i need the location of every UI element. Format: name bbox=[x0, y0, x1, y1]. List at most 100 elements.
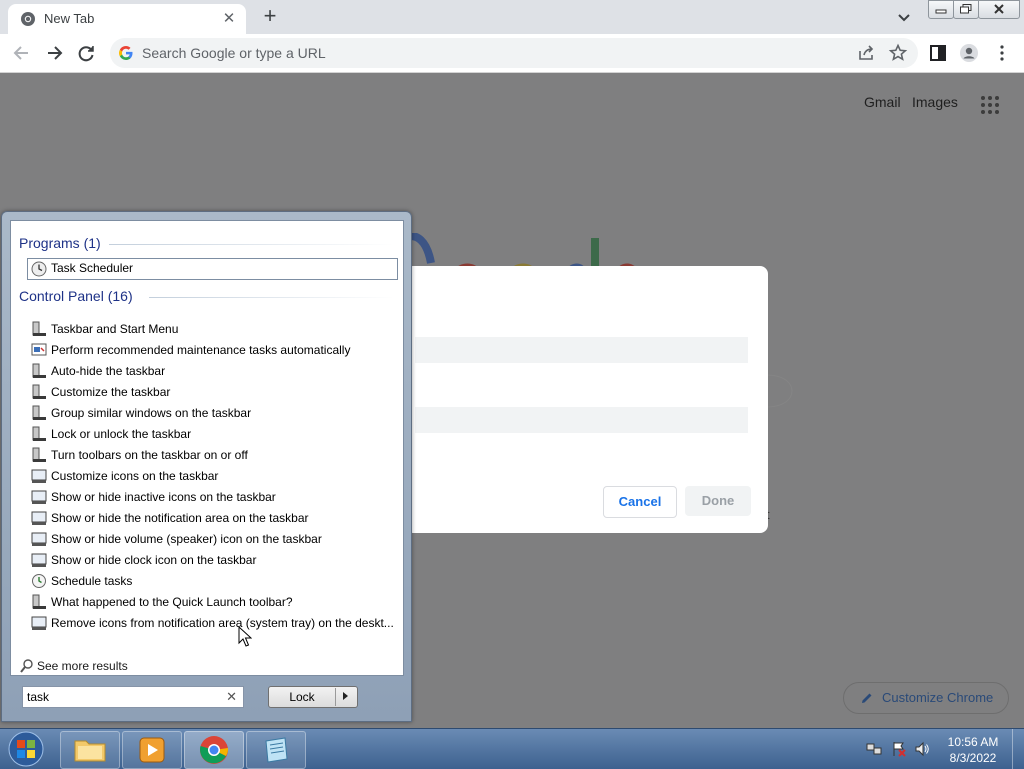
taskbar-icon bbox=[31, 594, 47, 610]
result-label: Taskbar and Start Menu bbox=[51, 322, 179, 336]
result-label: Group similar windows on the taskbar bbox=[51, 406, 252, 420]
result-label: Perform recommended maintenance tasks au… bbox=[51, 343, 351, 357]
result-label: Remove icons from notification area (sys… bbox=[51, 616, 394, 630]
shortcut-url-field[interactable] bbox=[415, 407, 748, 433]
control-panel-result[interactable]: Schedule tasks bbox=[31, 571, 401, 591]
start-button[interactable] bbox=[6, 731, 46, 767]
new-tab-button[interactable]: + bbox=[256, 4, 284, 30]
back-icon[interactable] bbox=[8, 39, 36, 67]
control-panel-result[interactable]: Turn toolbars on the taskbar on or off bbox=[31, 445, 401, 465]
cancel-button[interactable]: Cancel bbox=[603, 486, 677, 518]
control-panel-result[interactable]: Lock or unlock the taskbar bbox=[31, 424, 401, 444]
control-panel-result[interactable]: Taskbar and Start Menu bbox=[31, 319, 401, 339]
done-button[interactable]: Done bbox=[685, 486, 751, 516]
notification-icon bbox=[31, 468, 47, 484]
notepad-icon bbox=[265, 737, 288, 763]
notification-icon bbox=[31, 489, 47, 505]
programs-header[interactable]: Programs (1) bbox=[19, 235, 101, 251]
chrome-icon bbox=[21, 12, 35, 26]
taskbar-media-player-button[interactable] bbox=[122, 731, 182, 769]
taskbar-icon bbox=[31, 321, 47, 337]
network-icon[interactable] bbox=[866, 741, 882, 757]
browser-toolbar: Search Google or type a URL bbox=[0, 34, 1024, 73]
images-link[interactable]: Images bbox=[912, 94, 958, 110]
clock-icon bbox=[31, 261, 47, 277]
customize-chrome-button[interactable]: Customize Chrome bbox=[843, 682, 1009, 714]
chrome-menu-icon[interactable] bbox=[992, 43, 1012, 63]
start-menu-results: Programs (1) Task Scheduler Control Pane… bbox=[10, 220, 404, 676]
control-panel-result[interactable]: What happened to the Quick Launch toolba… bbox=[31, 592, 401, 612]
control-panel-result[interactable]: Show or hide inactive icons on the taskb… bbox=[31, 487, 401, 507]
taskbar-icon bbox=[31, 426, 47, 442]
minimize-icon bbox=[935, 9, 947, 14]
mouse-cursor-icon bbox=[238, 626, 252, 647]
clock-time: 10:56 AM bbox=[947, 735, 999, 749]
taskbar-explorer-button[interactable] bbox=[60, 731, 120, 769]
minimize-button[interactable] bbox=[928, 0, 954, 19]
system-clock[interactable]: 10:56 AM 8/3/2022 bbox=[938, 734, 1008, 766]
start-search-input[interactable]: task ✕ bbox=[22, 686, 244, 708]
tab-search-icon[interactable] bbox=[892, 6, 916, 28]
shutdown-options-arrow-icon[interactable] bbox=[343, 692, 348, 700]
restore-icon bbox=[960, 4, 972, 14]
taskbar-icon bbox=[31, 405, 47, 421]
result-label: Turn toolbars on the taskbar on or off bbox=[51, 448, 248, 462]
clock-date: 8/3/2022 bbox=[949, 751, 997, 765]
control-panel-result[interactable]: Remove icons from notification area (sys… bbox=[31, 613, 401, 633]
result-label: Auto-hide the taskbar bbox=[51, 364, 166, 378]
chrome-icon bbox=[200, 736, 229, 764]
result-task-scheduler[interactable]: Task Scheduler bbox=[27, 258, 398, 280]
see-more-label: See more results bbox=[37, 659, 128, 673]
forward-icon[interactable] bbox=[40, 39, 68, 67]
restore-button[interactable] bbox=[953, 0, 979, 19]
windows-taskbar: 10:56 AM 8/3/2022 bbox=[0, 728, 1024, 769]
google-apps-icon[interactable] bbox=[980, 95, 1000, 115]
control-panel-result[interactable]: Auto-hide the taskbar bbox=[31, 361, 401, 381]
close-window-button[interactable] bbox=[978, 0, 1020, 19]
control-panel-result[interactable]: Show or hide clock icon on the taskbar bbox=[31, 550, 401, 570]
control-panel-result[interactable]: Customize icons on the taskbar bbox=[31, 466, 401, 486]
tab-title: New Tab bbox=[44, 11, 95, 26]
taskbar-icon bbox=[31, 384, 47, 400]
taskbar-notepad-button[interactable] bbox=[246, 731, 306, 769]
control-panel-result[interactable]: Group similar windows on the taskbar bbox=[31, 403, 401, 423]
clear-search-icon[interactable]: ✕ bbox=[226, 689, 237, 705]
notification-icon bbox=[31, 615, 47, 631]
folder-icon bbox=[74, 740, 106, 762]
tab-new-tab[interactable]: New Tab ✕ bbox=[8, 4, 246, 34]
shortcut-name-field[interactable] bbox=[415, 337, 748, 363]
taskbar-icon bbox=[31, 447, 47, 463]
control-panel-result[interactable]: Customize the taskbar bbox=[31, 382, 401, 402]
shortcut-dialog: Cancel Done bbox=[405, 266, 768, 533]
divider bbox=[109, 244, 394, 245]
taskbar-chrome-button[interactable] bbox=[184, 731, 244, 769]
action-center-icon bbox=[31, 342, 47, 358]
action-center-icon[interactable] bbox=[891, 741, 907, 757]
profile-avatar-icon[interactable] bbox=[959, 43, 979, 63]
control-panel-result[interactable]: Perform recommended maintenance tasks au… bbox=[31, 340, 401, 360]
tab-close-icon[interactable]: ✕ bbox=[218, 8, 240, 30]
lock-button[interactable]: Lock bbox=[268, 686, 358, 708]
taskbar-icon bbox=[31, 363, 47, 379]
google-icon bbox=[119, 46, 133, 60]
result-label: Task Scheduler bbox=[51, 261, 134, 275]
show-desktop-button[interactable] bbox=[1012, 729, 1024, 769]
control-panel-result[interactable]: Show or hide volume (speaker) icon on th… bbox=[31, 529, 401, 549]
reload-icon[interactable] bbox=[72, 39, 100, 67]
result-label: What happened to the Quick Launch toolba… bbox=[51, 595, 293, 609]
share-icon[interactable] bbox=[856, 43, 876, 63]
search-value: task bbox=[27, 690, 50, 704]
volume-icon[interactable] bbox=[914, 741, 930, 757]
control-panel-result[interactable]: Show or hide the notification area on th… bbox=[31, 508, 401, 528]
bookmark-star-icon[interactable] bbox=[888, 43, 908, 63]
side-panel-icon[interactable] bbox=[928, 43, 948, 63]
gmail-link[interactable]: Gmail bbox=[864, 94, 901, 110]
notification-icon bbox=[31, 510, 47, 526]
result-label: Lock or unlock the taskbar bbox=[51, 427, 192, 441]
see-more-results-link[interactable]: See more results bbox=[19, 657, 219, 675]
address-bar[interactable]: Search Google or type a URL bbox=[110, 38, 918, 68]
control-panel-header[interactable]: Control Panel (16) bbox=[19, 288, 133, 304]
tab-strip: New Tab ✕ + bbox=[0, 0, 1024, 34]
address-placeholder: Search Google or type a URL bbox=[142, 45, 326, 61]
customize-chrome-label: Customize Chrome bbox=[882, 690, 994, 705]
